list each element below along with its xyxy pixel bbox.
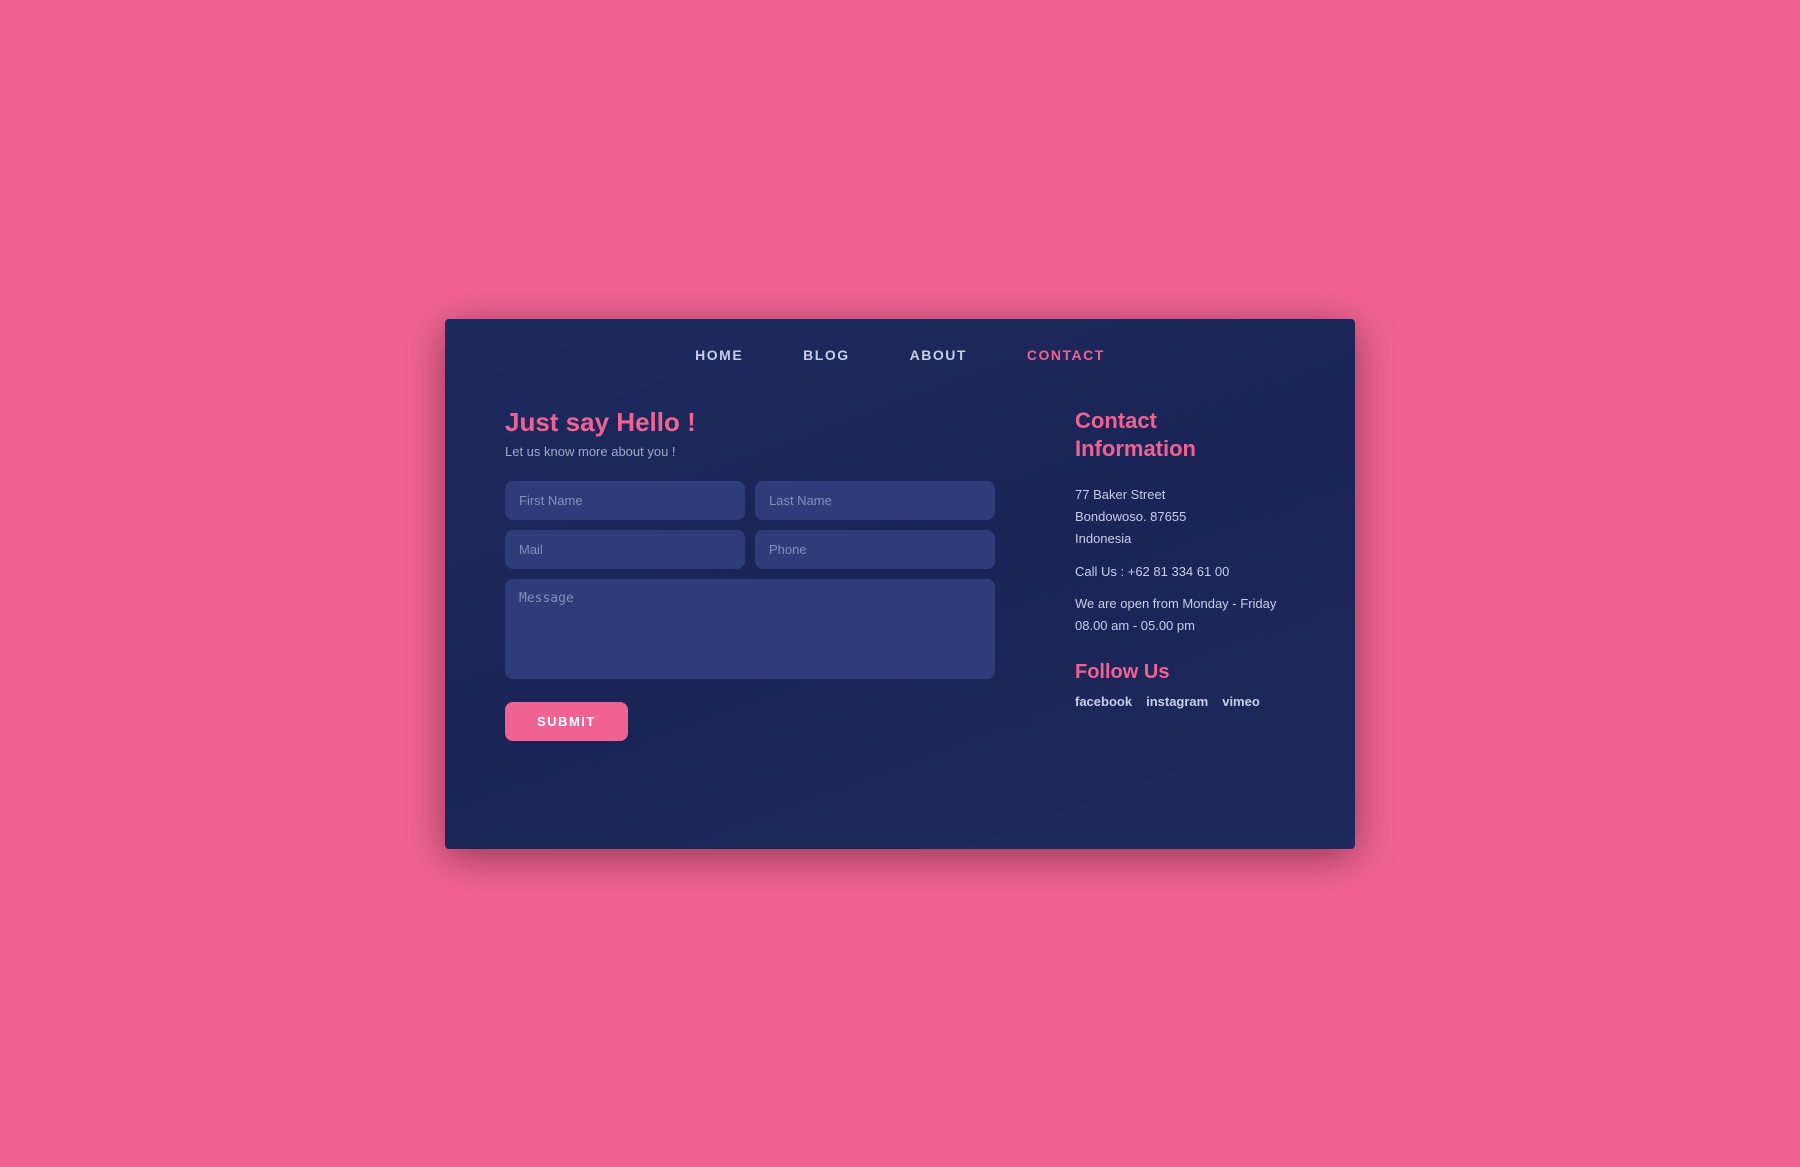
first-name-input[interactable] bbox=[505, 481, 745, 520]
last-name-input[interactable] bbox=[755, 481, 995, 520]
contact-row bbox=[505, 530, 995, 569]
social-facebook[interactable]: facebook bbox=[1075, 694, 1132, 709]
follow-title: Follow Us bbox=[1075, 661, 1295, 684]
phone-block: Call Us : +62 81 334 61 00 bbox=[1075, 564, 1295, 579]
nav-home[interactable]: HOME bbox=[695, 347, 743, 363]
nav-about[interactable]: ABOUT bbox=[910, 347, 967, 363]
nav-contact[interactable]: CONTACT bbox=[1027, 347, 1105, 363]
contact-info-title: Contact Information bbox=[1075, 407, 1295, 464]
social-links: facebook instagram vimeo bbox=[1075, 694, 1295, 709]
navbar: HOME BLOG ABOUT CONTACT bbox=[445, 319, 1355, 387]
message-textarea[interactable] bbox=[505, 579, 995, 679]
social-vimeo[interactable]: vimeo bbox=[1222, 694, 1260, 709]
form-title: Just say Hello ! bbox=[505, 407, 995, 438]
address-block: 77 Baker Street Bondowoso. 87655 Indones… bbox=[1075, 484, 1295, 550]
form-subtitle: Let us know more about you ! bbox=[505, 444, 995, 459]
main-card: HOME BLOG ABOUT CONTACT Just say Hello !… bbox=[445, 319, 1355, 849]
main-content: Just say Hello ! Let us know more about … bbox=[445, 387, 1355, 849]
name-row bbox=[505, 481, 995, 520]
social-instagram[interactable]: instagram bbox=[1146, 694, 1208, 709]
hours-block: We are open from Monday - Friday 08.00 a… bbox=[1075, 593, 1295, 637]
mail-input[interactable] bbox=[505, 530, 745, 569]
submit-button[interactable]: SUBMIT bbox=[505, 702, 628, 741]
contact-form-section: Just say Hello ! Let us know more about … bbox=[505, 407, 995, 799]
phone-input[interactable] bbox=[755, 530, 995, 569]
contact-info-section: Contact Information 77 Baker Street Bond… bbox=[1075, 407, 1295, 799]
nav-blog[interactable]: BLOG bbox=[803, 347, 849, 363]
